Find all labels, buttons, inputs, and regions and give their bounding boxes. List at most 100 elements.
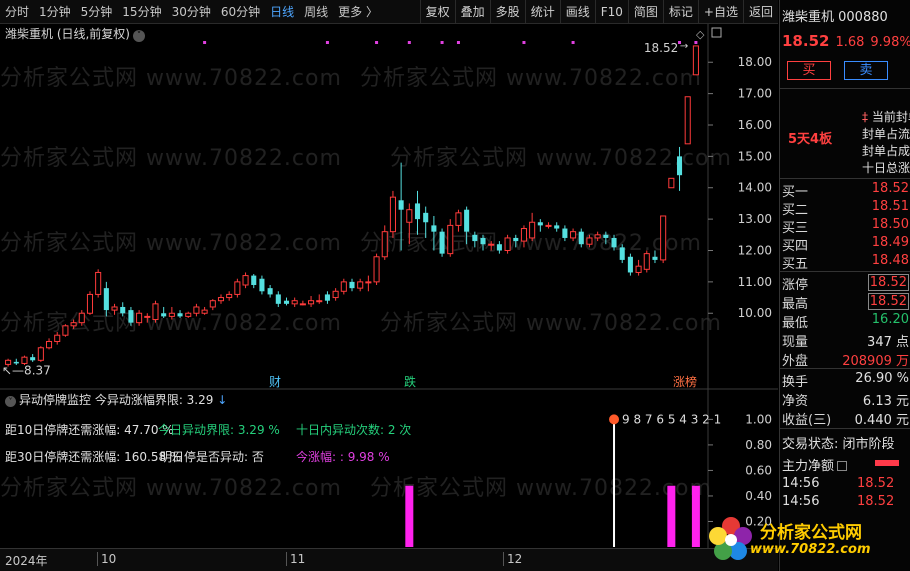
y-axis-label: 13.00 <box>738 212 772 226</box>
price-change: 1.68 <box>835 35 865 50</box>
event-marker: 涨榜 <box>673 374 697 389</box>
quote-row-label: 买五 <box>782 257 809 272</box>
candle-body <box>152 303 159 321</box>
candle-body <box>340 281 347 292</box>
toolbar-button[interactable]: 画线 <box>559 0 595 24</box>
quote-row-label: 买三 <box>782 221 809 236</box>
candle-body <box>668 177 675 189</box>
quote-row: 买四 18.49 <box>782 235 909 254</box>
toolbar-button[interactable]: 简图 <box>627 0 663 24</box>
date-label: 11 <box>286 552 305 566</box>
candle-body <box>520 228 527 242</box>
info-line: ‡ 当前封单 <box>862 110 910 124</box>
candle-body <box>177 313 183 317</box>
indicator-header[interactable]: ˅ 异动停牌监控 今异动涨幅界限: 3.29 ↓ <box>5 391 227 408</box>
candle-body <box>464 209 470 232</box>
limit-up-marker <box>694 41 698 44</box>
date-axis: 2024年 10 11 12 <box>0 548 778 571</box>
candle-body <box>537 222 543 226</box>
y-axis-label: 17.00 <box>738 87 772 101</box>
limit-up-marker <box>203 41 207 44</box>
candle-body <box>136 312 143 324</box>
low-label: ↖—8.37 <box>2 363 51 377</box>
candle-body <box>275 294 281 304</box>
candle-body <box>423 212 429 223</box>
indicator-y-label: 0.40 <box>745 489 772 503</box>
dagger-icon: ‡ <box>862 110 868 124</box>
candle-body <box>144 315 151 318</box>
toolbar-button[interactable]: 复权 <box>419 0 455 24</box>
period-tab[interactable]: 60分钟 <box>216 3 265 20</box>
toolbar-button[interactable]: 统计 <box>524 0 560 24</box>
candle-body <box>30 357 36 361</box>
period-tab[interactable]: 5分钟 <box>76 3 118 20</box>
main-net-inflow[interactable]: 主力净额 <box>782 455 848 474</box>
buy-button[interactable]: 买 <box>787 61 831 80</box>
toolbar-button[interactable]: 多股 <box>489 0 525 24</box>
price-change-pct: 9.98% <box>870 35 910 50</box>
toolbar-button[interactable]: 叠加 <box>454 0 490 24</box>
chart-title[interactable]: 潍柴重机 (日线,前复权) ˅ <box>5 25 145 42</box>
chevron-down-icon[interactable]: ˅ <box>133 30 145 42</box>
quote-row: 涨停 18.52 <box>782 274 909 293</box>
indicator-y-label: 0.80 <box>745 438 772 452</box>
candle-body <box>70 322 77 327</box>
period-tab[interactable]: 1分钟 <box>34 3 76 20</box>
quote-row-label: 换手 <box>782 375 809 390</box>
candle-body <box>562 228 568 238</box>
limit-up-marker <box>440 41 444 44</box>
toolbar-button[interactable]: +自选 <box>697 0 743 24</box>
candle-body <box>365 281 372 284</box>
quote-row-label: 现量 <box>782 335 809 350</box>
toolbar-button[interactable]: 标记 <box>662 0 698 24</box>
quote-row-label: 涨停 <box>782 278 809 293</box>
toolbar-button[interactable]: 返回 <box>742 0 778 24</box>
quote-row-value: 18.48 <box>871 253 909 268</box>
indicator-bar <box>405 485 414 547</box>
y-axis-label: 14.00 <box>738 181 772 195</box>
candle-body <box>398 200 404 210</box>
quote-row: 最高 18.52 <box>782 293 909 312</box>
quote-row-value: 16.20 <box>871 312 909 327</box>
candle-body <box>54 334 61 342</box>
period-tab[interactable]: 30分钟 <box>167 3 216 20</box>
candle-body <box>513 237 519 242</box>
candle-body <box>193 306 200 314</box>
period-tab[interactable]: 更多 〉 <box>333 3 383 20</box>
candle-body <box>603 234 609 238</box>
info-line: 十日总涨 <box>862 161 910 175</box>
candle-body <box>78 312 85 324</box>
candle-body <box>439 231 445 254</box>
period-tab[interactable]: 15分钟 <box>117 3 166 20</box>
sell-button[interactable]: 卖 <box>844 61 888 80</box>
period-tabs: 分时 1分钟 5分钟 15分钟 30分钟 60分钟 日线 周线 更多 〉 <box>0 0 383 23</box>
quote-row-label: 外盘 <box>782 354 809 369</box>
candle-body <box>554 225 560 229</box>
toolbar-button[interactable]: F10 <box>594 0 628 24</box>
candle-body <box>62 325 69 336</box>
quote-row: 买二 18.51 <box>782 199 909 218</box>
limit-up-marker <box>456 41 460 44</box>
period-tab[interactable]: 日线 <box>265 3 299 20</box>
period-tab[interactable]: 分时 <box>0 3 34 20</box>
list-icon[interactable] <box>837 461 848 471</box>
candle-body <box>185 312 192 317</box>
quote-row-label: 买一 <box>782 185 809 200</box>
indicator-y-label: 1.00 <box>745 412 772 426</box>
candle-body <box>660 215 667 261</box>
candle-body <box>120 306 126 314</box>
diamond-icon: ◇ <box>696 28 705 41</box>
candle-body <box>652 256 658 260</box>
quote-row: 外盘 208909 万 <box>782 350 909 369</box>
candle-body <box>45 340 53 349</box>
chevron-down-icon[interactable]: ˅ <box>5 396 16 407</box>
period-tab[interactable]: 周线 <box>299 3 333 20</box>
quote-row: 换手 26.90 % <box>782 371 909 390</box>
kline-chart[interactable]: 18.00 17.00 16.00 15.00 14.00 13.00 12.00 11.00… <box>0 24 778 548</box>
countdown-label: 9 8 7 6 5 4 3 2 1 <box>622 412 721 426</box>
price-line: 18.52 1.68 9.98% <box>782 32 910 50</box>
y-axis-label: 10.00 <box>738 306 772 320</box>
high-label: 18.52 <box>644 41 678 55</box>
candle-body <box>37 347 44 361</box>
quote-row-label: 最低 <box>782 316 809 331</box>
